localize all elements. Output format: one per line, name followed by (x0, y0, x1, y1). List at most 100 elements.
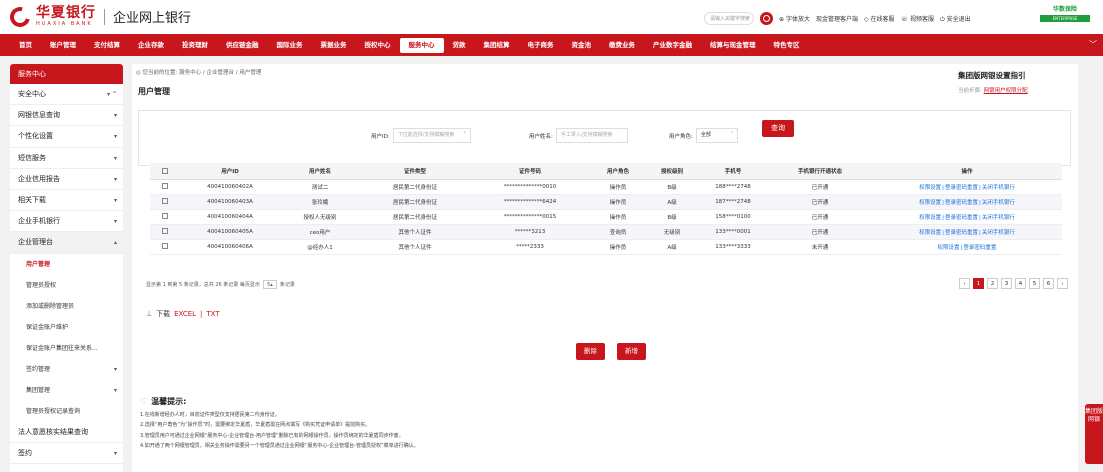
sidebar-item-sign[interactable]: 签约 ▾ (10, 443, 123, 464)
sidebar-item-credit-report[interactable]: 企业信用报告 ▾ (10, 169, 123, 190)
online-service-link[interactable]: ◇ 在线客服 (864, 14, 895, 23)
nav-cash-pool[interactable]: 资金池 (563, 38, 601, 53)
chevron-down-icon: ▾ (113, 365, 117, 373)
reset-password-link[interactable]: 登录密码重置 (945, 215, 978, 221)
sidebar-item-downloads[interactable]: 相关下载 ▾ (10, 190, 123, 212)
page-size-select[interactable]: 5▴ (262, 280, 277, 289)
next-page-button[interactable]: › (1057, 278, 1068, 289)
page-button[interactable]: 3 (1001, 278, 1012, 289)
user-id-select[interactable]: 下拉能选择/支持模糊搜索 ˇ (392, 128, 471, 143)
cell-cert-type: 居民第二代身份证 (360, 194, 470, 210)
bank-logo[interactable]: 华夏银行 HUAXIA BANK 企业网上银行 (6, 2, 191, 31)
close-mobile-link[interactable]: 关闭手机银行 (982, 215, 1015, 221)
nav-bills[interactable]: 票据业务 (312, 38, 356, 53)
checkbox[interactable] (162, 213, 168, 220)
reset-password-link[interactable]: 登录密码重置 (963, 245, 996, 251)
header-search-input[interactable]: 请输入关键字搜索 (704, 12, 754, 25)
chevron-down-icon: ▾ (113, 112, 117, 120)
nav-loans[interactable]: 贷款 (444, 38, 475, 53)
breadcrumb: ◎ 您当前的位置: 服务中心 / 企业管理台 / 用户管理 (136, 70, 262, 76)
user-name-input[interactable]: 手工录入/支持模糊搜索 (555, 128, 628, 143)
nav-invest[interactable]: 投资理财 (173, 38, 217, 53)
search-icon[interactable] (760, 12, 773, 25)
role-select[interactable]: 全部 ˇ (695, 128, 738, 143)
sidebar-item-legal-verify[interactable]: 法人意愿核实结果查询 (10, 422, 123, 443)
sidebar-item-mobile-bank[interactable]: 企业手机银行 ▾ (10, 211, 123, 233)
nav-supply-chain[interactable]: 供应链金融 (217, 38, 268, 53)
nav-deposit[interactable]: 企业存款 (129, 38, 173, 53)
cell-user-name: 张玲娥 (280, 194, 360, 210)
sidebar-sub-admin-auth[interactable]: 管理员授权 (10, 275, 123, 296)
sidebar-sub-add-remove-admin[interactable]: 添加或删除管理员 (10, 296, 123, 317)
permission-link[interactable]: 权限设置 (919, 200, 941, 206)
sidebar-item-sms[interactable]: 短信服务 ▾ (10, 148, 123, 169)
sidebar-item-security[interactable]: 安全中心 ▾ ^ (10, 84, 123, 106)
page-button[interactable]: 5 (1029, 278, 1040, 289)
guide-step-link[interactable]: 网银用户权限分配 (984, 88, 1028, 94)
nav-fees[interactable]: 缴费业务 (600, 38, 644, 53)
close-mobile-link[interactable]: 关闭手机银行 (982, 185, 1015, 191)
permission-link[interactable]: 权限设置 (919, 185, 941, 191)
select-all-header[interactable] (150, 163, 180, 180)
sidebar-sub-margin-account[interactable]: 保证金账户维护 (10, 317, 123, 338)
checkbox[interactable] (162, 183, 168, 190)
nav-ecommerce[interactable]: 电子商务 (519, 38, 563, 53)
sidebar-sub-group[interactable]: 集团管理 ▾ (10, 380, 123, 401)
sidebar-sub-contract[interactable]: 签约管理 ▾ (10, 359, 123, 380)
nav-payment[interactable]: 支付结算 (85, 38, 129, 53)
page-button[interactable]: 1 (973, 278, 984, 289)
nav-group-settle[interactable]: 集团结算 (475, 38, 519, 53)
nav-international[interactable]: 国际业务 (268, 38, 312, 53)
sidebar-sub-margin-group[interactable]: 保证金账户集团往来关系... (10, 338, 123, 359)
sidebar-item-enterprise-console[interactable]: 企业管理台 ▴ (10, 232, 123, 254)
permission-link[interactable]: 权限设置 (919, 215, 941, 221)
download-icon: ⊥ (146, 310, 153, 318)
cell-cert-no: **************0015 (470, 209, 590, 225)
nav-account[interactable]: 账户管理 (41, 38, 85, 53)
logout-link[interactable]: ⏻ 安全退出 (940, 14, 971, 24)
checkbox[interactable] (162, 198, 168, 205)
permission-link[interactable]: 权限设置 (938, 245, 960, 251)
close-mobile-link[interactable]: 关闭手机银行 (982, 230, 1015, 236)
checkbox[interactable] (162, 228, 168, 235)
reset-password-link[interactable]: 登录密码重置 (945, 200, 978, 206)
nav-home[interactable]: 首页 (10, 38, 41, 53)
insurance-badge[interactable]: 华数保险 ENTERPRISE (1040, 4, 1090, 30)
download-label: 下载 (156, 310, 171, 318)
reset-password-link[interactable]: 登录密码重置 (945, 230, 978, 236)
nav-auth-center[interactable]: 授权中心 (356, 38, 400, 53)
nav-service-center[interactable]: 服务中心 (399, 37, 444, 53)
table-header-row: 用户ID 用户姓名 证件类型 证件号码 用户角色 授权级别 手机号 手机银行开通… (150, 163, 1062, 180)
group-guide-float-tab[interactable]: 集团版网银 (1085, 404, 1103, 464)
cell-cert-no: **************6424 (470, 194, 590, 210)
download-excel-link[interactable]: EXCEL (174, 310, 196, 318)
checkbox[interactable] (162, 243, 168, 250)
chevron-down-icon: ▾ (113, 218, 117, 226)
cash-client-link[interactable]: 现金管理客户端 (816, 14, 858, 23)
reset-password-link[interactable]: 登录密码重置 (945, 185, 978, 191)
page-button[interactable]: 2 (987, 278, 998, 289)
cell-user-id: 400410060406A (180, 239, 280, 255)
chevron-down-icon[interactable]: ﹀ (1089, 39, 1097, 50)
download-txt-link[interactable]: TXT (206, 310, 219, 318)
prev-page-button[interactable]: ‹ (959, 278, 970, 289)
cell-cert-type: 居民第二代身份证 (360, 179, 470, 195)
sidebar-sub-admin-auth-log[interactable]: 管理员授权记录查询 (10, 401, 123, 422)
query-button[interactable]: 查询 (762, 120, 794, 137)
sidebar-sub-user-management[interactable]: 用户管理 (10, 254, 123, 275)
font-enlarge-link[interactable]: ⊕ 字体放大 (779, 14, 810, 23)
checkbox[interactable] (162, 167, 168, 174)
close-mobile-link[interactable]: 关闭手机银行 (982, 200, 1015, 206)
add-button[interactable]: 新增 (617, 343, 646, 360)
nav-digital-finance[interactable]: 产业数字金融 (644, 38, 701, 53)
sidebar-item-info-query[interactable]: 网银信息查询 ▾ (10, 105, 123, 127)
sidebar-item-personalize[interactable]: 个性化设置 ▾ (10, 126, 123, 148)
col-level: 授权级别 (646, 163, 698, 180)
permission-link[interactable]: 权限设置 (919, 230, 941, 236)
video-service-link[interactable]: ☏ 视频客服 (901, 14, 934, 23)
delete-button[interactable]: 删除 (576, 343, 605, 360)
nav-special-zone[interactable]: 特色专区 (765, 38, 809, 53)
nav-cash-management[interactable]: 结算与现金管理 (701, 38, 765, 53)
page-button[interactable]: 6 (1043, 278, 1054, 289)
page-button[interactable]: 4 (1015, 278, 1026, 289)
